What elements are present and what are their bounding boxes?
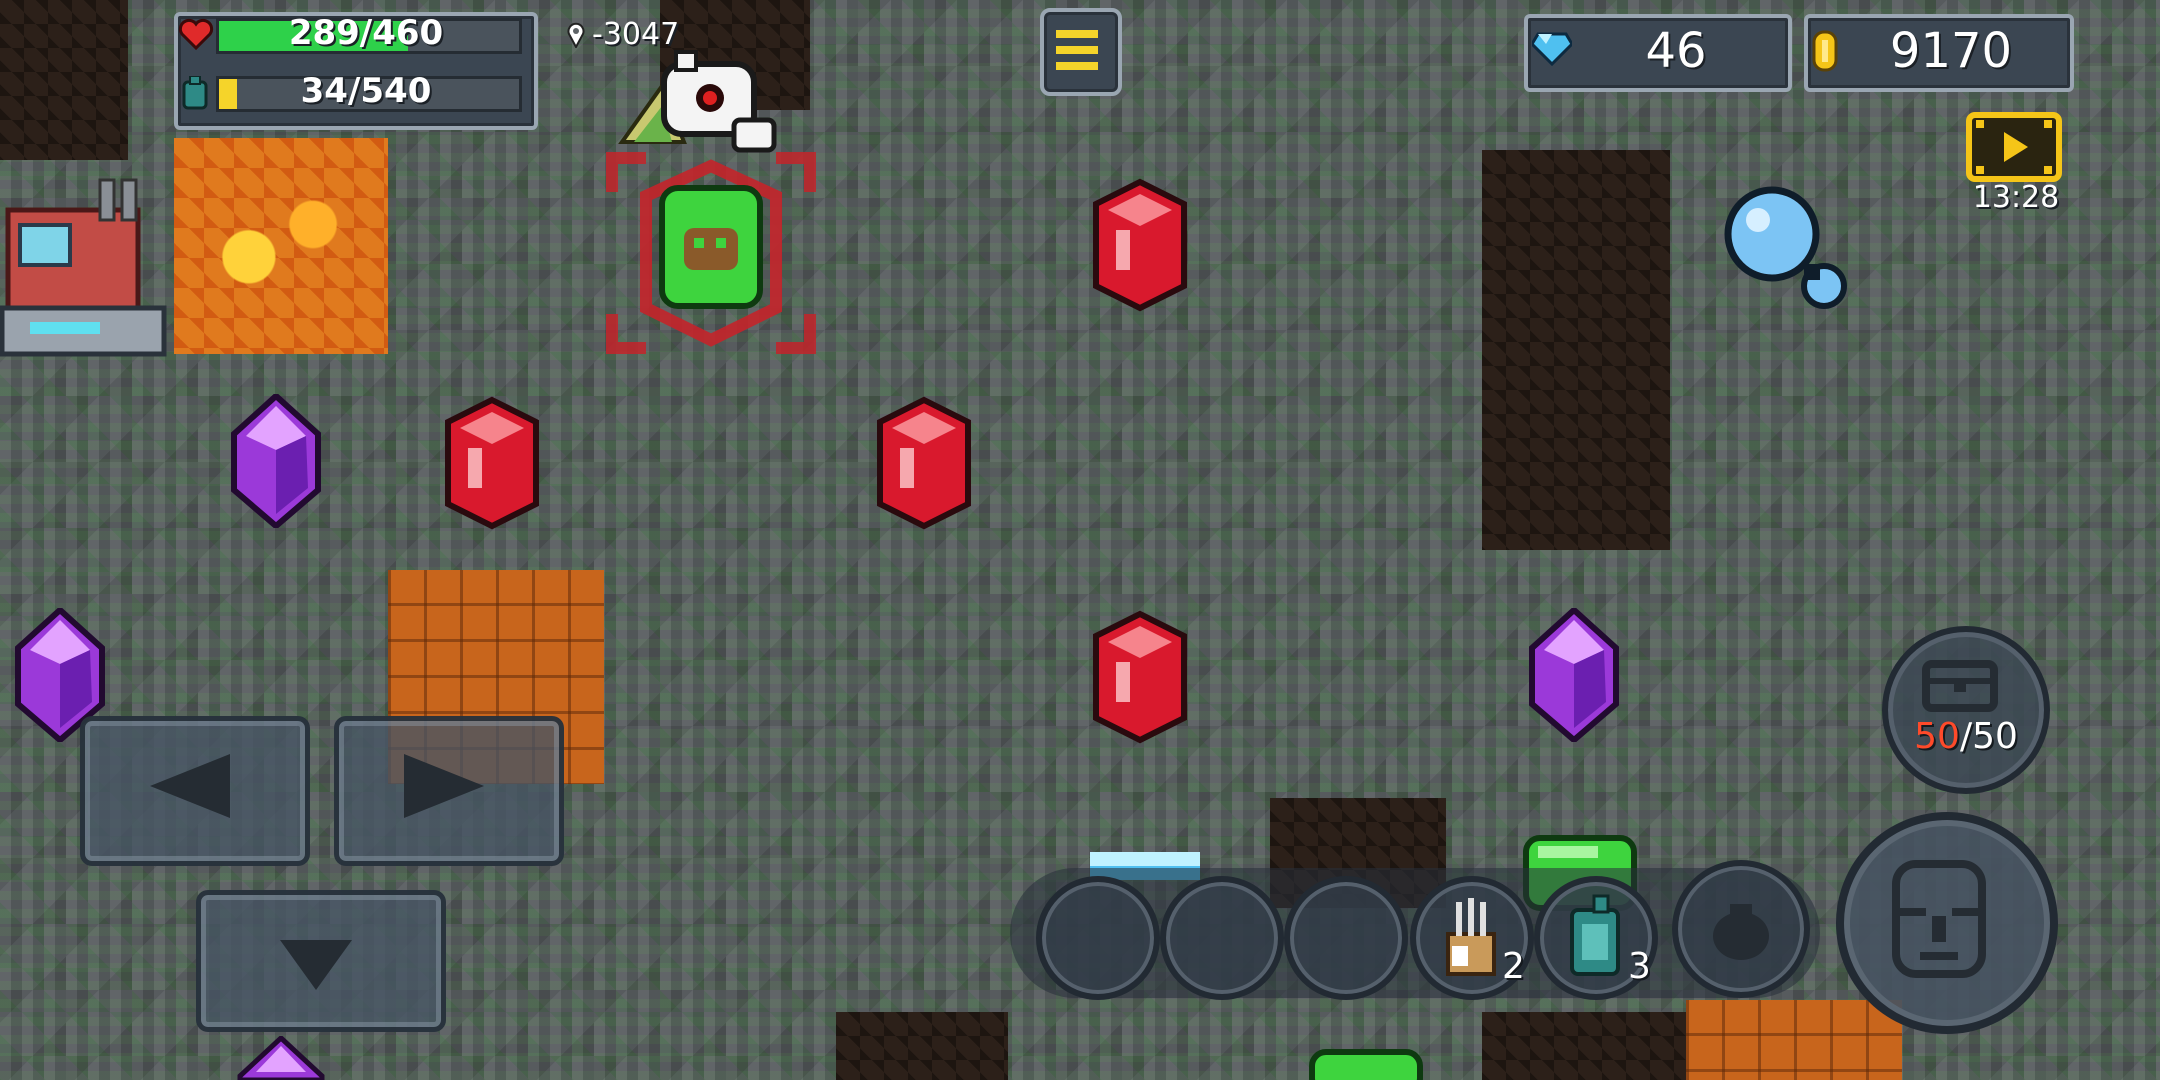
- action-button[interactable]: [1836, 812, 2058, 1034]
- dirt-tunnel-right: [1482, 150, 1670, 550]
- heart-icon: [178, 18, 214, 51]
- dirt-tunnel-bottomleft: [836, 1012, 1008, 1080]
- health-text: 289/460: [288, 13, 444, 53]
- item-slot-empty[interactable]: [1284, 876, 1408, 1000]
- fuel-text: 34/540: [300, 71, 432, 111]
- arrow-left-icon: [150, 754, 230, 818]
- amethyst-gem-partial: [237, 1036, 325, 1080]
- drill-vehicle: [0, 178, 167, 357]
- amethyst-gem: [1529, 608, 1619, 742]
- face-icon: [1892, 860, 1986, 978]
- bag-icon: [1713, 904, 1769, 960]
- lava-block: [174, 138, 388, 354]
- coins-counter: 9170: [1804, 14, 2074, 92]
- fuel-can-icon: [182, 76, 208, 110]
- move-left-button[interactable]: [80, 716, 310, 866]
- depth-text: -3047: [592, 17, 680, 52]
- toxic-skull-block: [606, 152, 816, 354]
- cargo-max: /50: [1959, 716, 2018, 757]
- coin-icon: [1812, 30, 1838, 72]
- video-reward-button[interactable]: [1966, 112, 2062, 182]
- gems-counter: 46: [1524, 14, 1792, 92]
- dynamite-count: 2: [1502, 946, 1525, 987]
- emerald-gem-partial: [1309, 1049, 1423, 1080]
- location-pin-icon: [567, 22, 585, 48]
- ruby-gem: [1093, 610, 1187, 744]
- dirt-tunnel-bottomright: [1482, 1012, 1692, 1080]
- cargo-capacity: 50/50: [1882, 716, 2050, 757]
- skull-creature: [618, 50, 777, 153]
- film-play-icon: [1966, 112, 2062, 182]
- coins-value: 9170: [1889, 23, 2013, 79]
- cargo-button[interactable]: [1882, 626, 2050, 794]
- item-slot-empty[interactable]: [1160, 876, 1284, 1000]
- timer-text: 13:28: [1972, 180, 2060, 215]
- dirt-tunnel-topleft: [0, 0, 128, 160]
- item-slot-bag[interactable]: [1672, 860, 1810, 998]
- ruby-gem: [877, 396, 971, 530]
- arrow-down-icon: [280, 940, 352, 990]
- item-slot-empty[interactable]: [1036, 876, 1160, 1000]
- arrow-right-icon: [404, 754, 484, 818]
- diamond-icon: [1532, 32, 1572, 66]
- menu-icon: [1056, 30, 1098, 70]
- fuel-canister-count: 3: [1628, 946, 1651, 987]
- gems-value: 46: [1645, 23, 1707, 79]
- ruby-gem: [445, 396, 539, 530]
- cargo-used: 50: [1914, 716, 1960, 757]
- menu-button[interactable]: [1040, 8, 1122, 96]
- ruby-gem: [1093, 178, 1187, 312]
- magnifier-artifact: [1724, 186, 1847, 309]
- amethyst-gem: [231, 394, 321, 528]
- move-right-button[interactable]: [334, 716, 564, 866]
- move-down-button[interactable]: [196, 890, 446, 1032]
